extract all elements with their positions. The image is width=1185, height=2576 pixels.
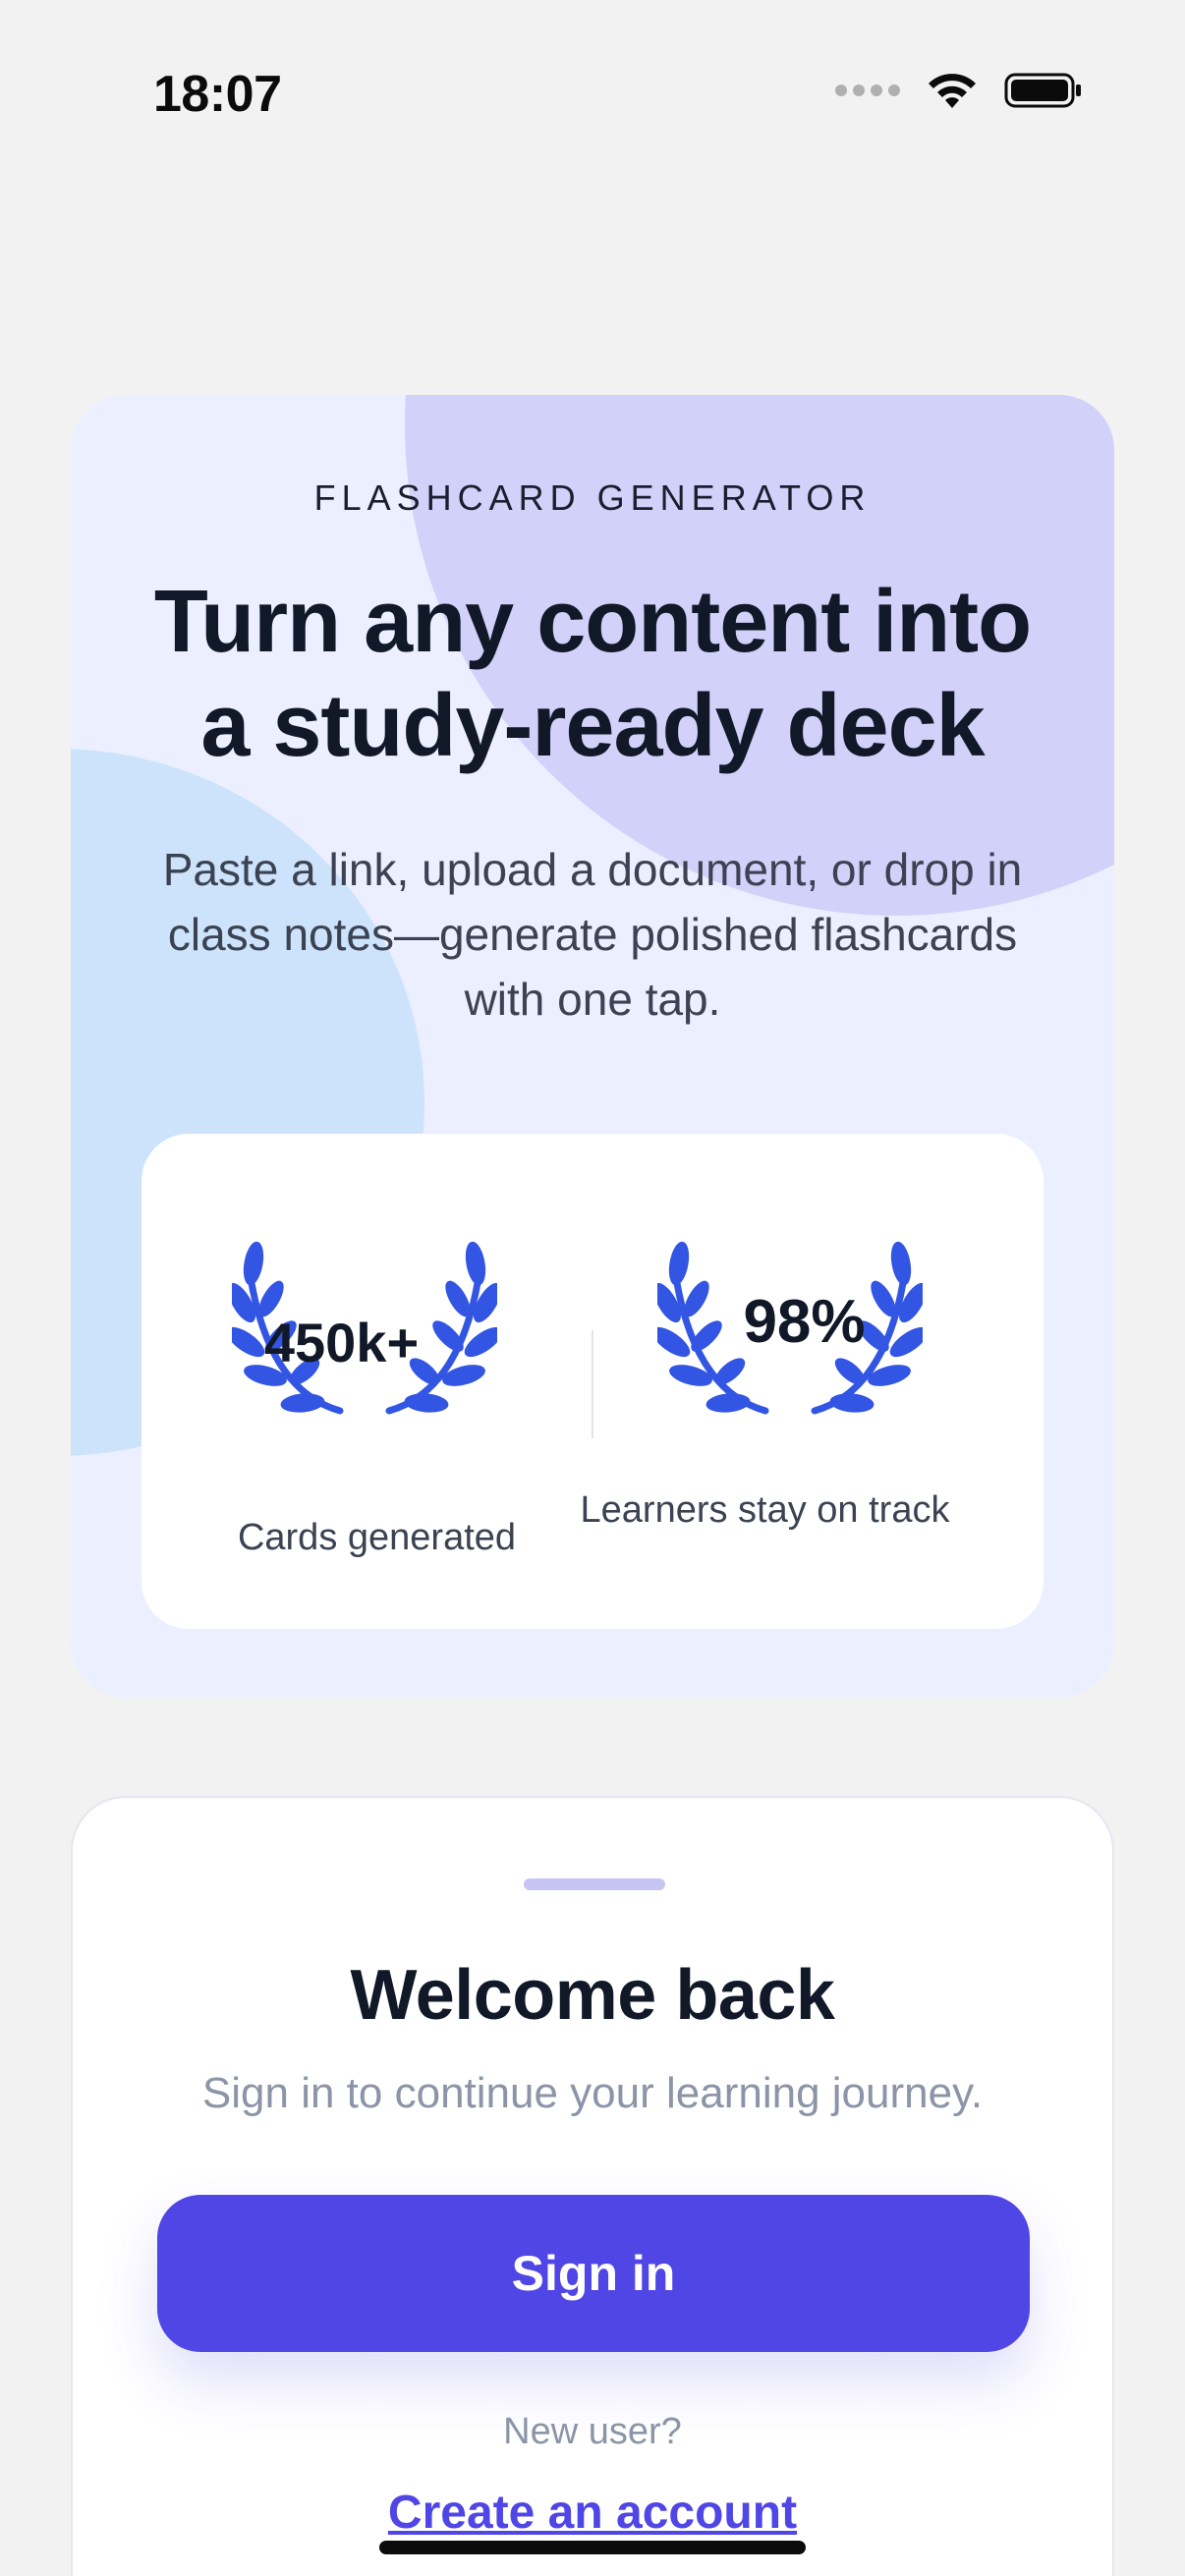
- stat-label: Cards generated: [237, 1517, 517, 1558]
- stat-value: 450k+: [263, 1312, 420, 1373]
- headline: Turn any content into a study-ready deck: [130, 570, 1055, 778]
- stat-label: Learners stay on track: [580, 1489, 950, 1531]
- subheadline: Paste a link, upload a document, or drop…: [162, 844, 1023, 1025]
- sign-in-button[interactable]: Sign in: [157, 2195, 1030, 2352]
- battery-icon: [1004, 73, 1081, 108]
- sheet-subtitle: Sign in to continue your learning journe…: [201, 2069, 984, 2117]
- screen: 18:07 FLASHCARD GENERATOR Turn any conte…: [0, 0, 1185, 2576]
- status-icons: [835, 71, 1083, 110]
- headline-line-2: a study-ready deck: [200, 677, 985, 775]
- stat-learners-on-track: 98% Learners stay on track: [581, 1134, 1044, 1629]
- create-account-link[interactable]: Create an account: [73, 2486, 1112, 2540]
- headline-line-1: Turn any content into: [153, 573, 1032, 671]
- sheet-handle[interactable]: [524, 1878, 665, 1890]
- hero-card: FLASHCARD GENERATOR Turn any content int…: [71, 395, 1114, 1698]
- new-user-label: New user?: [503, 2411, 682, 2452]
- signin-sheet: Welcome back Sign in to continue your le…: [71, 1796, 1114, 2576]
- home-indicator[interactable]: [379, 2541, 806, 2554]
- wifi-icon: [929, 74, 976, 108]
- eyebrow-label: FLASHCARD GENERATOR: [313, 477, 872, 518]
- sheet-title: Welcome back: [350, 1956, 835, 2035]
- stat-cards-generated: 450k+ Cards generated: [141, 1134, 592, 1629]
- stats-panel: 450k+ Cards generated 98% Learners stay …: [141, 1134, 1044, 1629]
- status-time: 18:07: [153, 66, 282, 123]
- signal-icon: [835, 84, 900, 96]
- stat-value: 98%: [743, 1288, 866, 1356]
